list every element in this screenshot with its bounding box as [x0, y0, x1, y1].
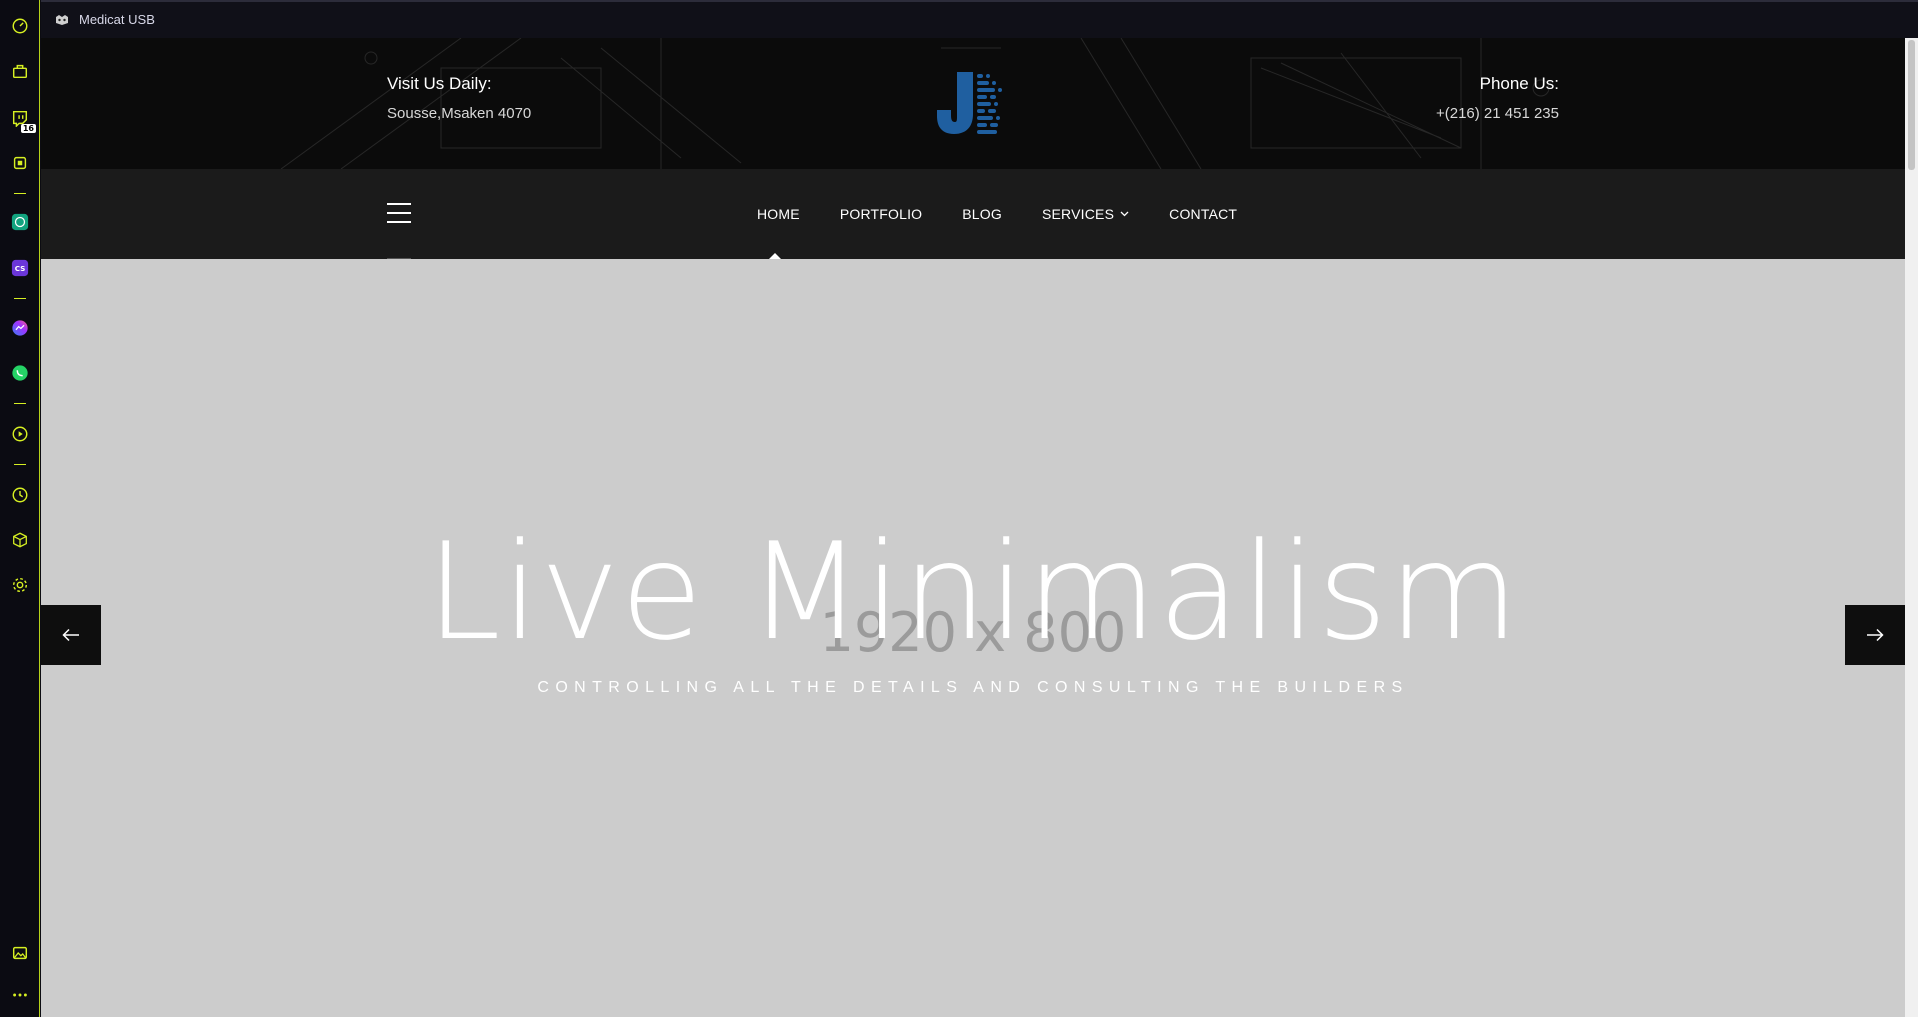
- more-icon[interactable]: [8, 983, 32, 1007]
- hero-subtitle: CONTROLLING ALL THE DETAILS AND CONSULTI…: [537, 679, 1409, 696]
- slider-prev-button[interactable]: [41, 605, 101, 665]
- svg-text:CS: CS: [15, 264, 26, 273]
- nav-item-home[interactable]: HOME: [757, 206, 800, 222]
- chatgpt-icon[interactable]: [8, 210, 32, 234]
- nav-item-portfolio[interactable]: PORTFOLIO: [840, 206, 922, 222]
- gallery-icon[interactable]: [8, 941, 32, 965]
- address-text: Sousse,Msaken 4070: [387, 105, 532, 122]
- app-favicon-icon: [56, 15, 68, 25]
- scrollbar-thumb[interactable]: [1908, 40, 1915, 170]
- arrow-right-icon: [1867, 628, 1884, 642]
- slider-next-button[interactable]: [1845, 605, 1905, 665]
- cube-icon[interactable]: [8, 528, 32, 552]
- main-navbar: HOME PORTFOLIO BLOG SERVICES CONTACT: [41, 169, 1905, 259]
- window-titlebar: Medicat USB: [41, 0, 1918, 38]
- bag-icon[interactable]: [8, 59, 32, 83]
- notification-badge: 16: [20, 124, 36, 133]
- window-title: Medicat USB: [79, 12, 155, 27]
- hamburger-menu-icon[interactable]: [387, 203, 411, 225]
- settings-icon[interactable]: [8, 573, 32, 597]
- whatsapp-icon[interactable]: [8, 361, 32, 385]
- clock-icon[interactable]: [8, 483, 32, 507]
- browser-sidebar: 16 CS: [0, 0, 40, 1017]
- phone-label: Phone Us:: [1479, 74, 1559, 93]
- phone-number[interactable]: +(216) 21 451 235: [1436, 105, 1559, 122]
- rail-divider: [14, 403, 26, 404]
- hero-slider: 1920 x 800 Live Minimalism CONTROLLING A…: [41, 259, 1905, 1017]
- info-topbar: Visit Us Daily: Sousse,Msaken 4070 Phone…: [41, 38, 1905, 169]
- nav-menu: HOME PORTFOLIO BLOG SERVICES CONTACT: [757, 169, 1277, 259]
- rail-divider: [14, 193, 26, 194]
- speedometer-icon[interactable]: [8, 14, 32, 38]
- rail-divider: [14, 464, 26, 465]
- chevron-down-icon: [1120, 211, 1129, 217]
- nav-item-services[interactable]: SERVICES: [1042, 206, 1129, 222]
- nav-item-blog[interactable]: BLOG: [962, 206, 1002, 222]
- twitch-icon[interactable]: 16: [8, 106, 36, 133]
- page-viewport: Visit Us Daily: Sousse,Msaken 4070 Phone…: [41, 38, 1905, 1017]
- play-icon[interactable]: [8, 422, 32, 446]
- chip-icon[interactable]: [8, 151, 32, 175]
- nav-item-contact[interactable]: CONTACT: [1169, 206, 1237, 222]
- cs-app-icon[interactable]: CS: [8, 256, 32, 280]
- rail-divider: [14, 298, 26, 299]
- messenger-icon[interactable]: [8, 316, 32, 340]
- page-scrollbar[interactable]: [1905, 38, 1918, 1017]
- site-logo[interactable]: [935, 68, 1011, 138]
- arrow-left-icon: [62, 628, 79, 642]
- visit-label: Visit Us Daily:: [387, 74, 492, 93]
- hero-title: Live Minimalism: [426, 514, 1520, 670]
